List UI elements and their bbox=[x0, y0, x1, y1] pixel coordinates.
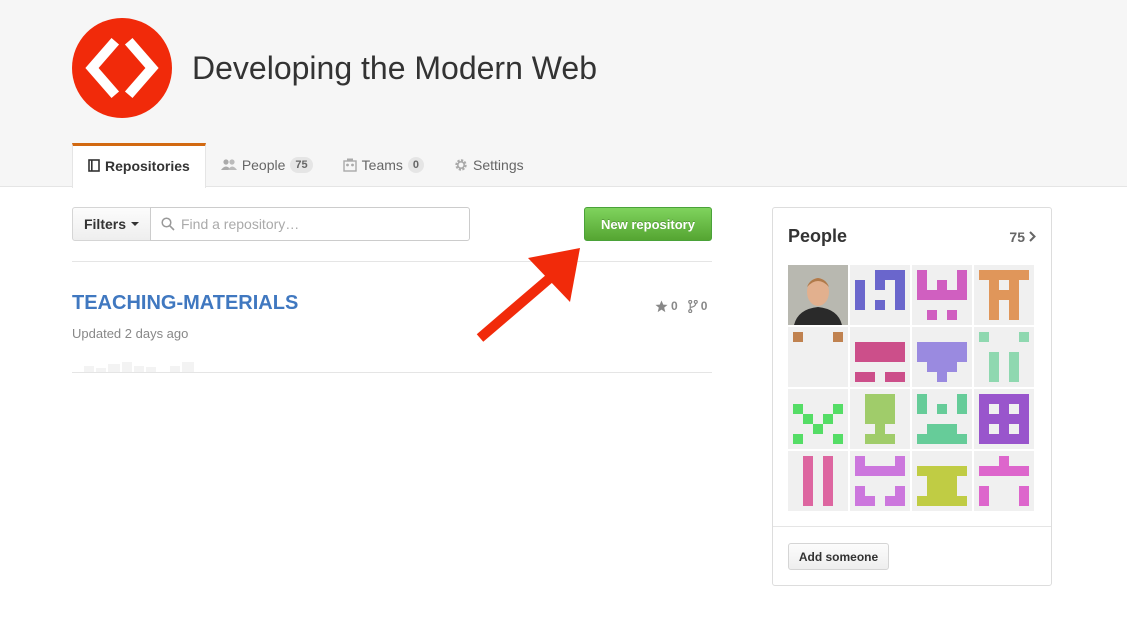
identicon-orchid[interactable] bbox=[850, 451, 910, 511]
identicon-teal[interactable] bbox=[912, 389, 972, 449]
chevron-right-icon bbox=[1029, 229, 1036, 245]
org-name: Developing the Modern Web bbox=[192, 50, 597, 86]
tab-label: Settings bbox=[473, 157, 524, 173]
org-header: Developing the Modern Web Repositories P… bbox=[0, 0, 1127, 188]
identicon-pink[interactable] bbox=[850, 327, 910, 387]
org-logo bbox=[72, 18, 172, 118]
fork-icon bbox=[687, 299, 698, 313]
search-box bbox=[150, 207, 470, 241]
people-icon bbox=[220, 159, 237, 171]
tab-repositories[interactable]: Repositories bbox=[72, 143, 206, 188]
identicon-orange[interactable] bbox=[974, 265, 1034, 325]
caret-down-icon bbox=[131, 222, 139, 226]
identicon-purple[interactable] bbox=[974, 389, 1034, 449]
identicon-olive[interactable] bbox=[850, 389, 910, 449]
divider bbox=[72, 372, 712, 373]
tab-label: Teams bbox=[361, 157, 403, 173]
teams-icon bbox=[342, 158, 357, 172]
code-brackets-icon bbox=[85, 37, 159, 99]
identicon-violet[interactable] bbox=[912, 327, 972, 387]
people-count-link[interactable]: 75 bbox=[1009, 229, 1036, 245]
identicon-magenta[interactable] bbox=[912, 265, 972, 325]
identicon-mint[interactable] bbox=[974, 327, 1034, 387]
identicon-lime[interactable] bbox=[912, 451, 972, 511]
people-count: 75 bbox=[1009, 229, 1025, 245]
identicon-fuchsia[interactable] bbox=[974, 451, 1034, 511]
star-count[interactable]: 0 bbox=[671, 299, 678, 313]
identicon-blue[interactable] bbox=[850, 265, 910, 325]
teams-counter: 0 bbox=[407, 157, 425, 173]
search-icon bbox=[161, 217, 175, 236]
tab-settings[interactable]: Settings bbox=[439, 143, 539, 187]
photo-avatar[interactable] bbox=[788, 265, 848, 325]
activity-sparkline bbox=[84, 362, 194, 372]
repo-icon bbox=[88, 159, 100, 173]
repo-link[interactable]: TEACHING-MATERIALS bbox=[72, 292, 298, 315]
divider bbox=[72, 261, 712, 262]
people-counter: 75 bbox=[290, 157, 313, 173]
repo-stats: 0 0 bbox=[655, 299, 707, 313]
gear-icon bbox=[454, 158, 468, 172]
tab-people[interactable]: People 75 bbox=[206, 143, 328, 187]
org-tabs: Repositories People 75 Teams 0 Settings bbox=[72, 143, 539, 188]
tab-label: Repositories bbox=[105, 158, 190, 174]
star-icon bbox=[655, 299, 668, 313]
filters-label: Filters bbox=[83, 216, 126, 232]
filters-button[interactable]: Filters bbox=[72, 207, 151, 241]
divider bbox=[773, 526, 1051, 527]
identicon-brown[interactable] bbox=[788, 327, 848, 387]
fork-count[interactable]: 0 bbox=[701, 299, 708, 313]
people-panel: People 75 Add someone bbox=[772, 207, 1052, 586]
identicon-green[interactable] bbox=[788, 389, 848, 449]
repo-updated: Updated 2 days ago bbox=[72, 326, 189, 341]
identicon-rose[interactable] bbox=[788, 451, 848, 511]
people-title: People bbox=[788, 226, 848, 246]
add-someone-button[interactable]: Add someone bbox=[788, 543, 889, 570]
people-avatar-grid bbox=[788, 265, 1036, 513]
tab-teams[interactable]: Teams 0 bbox=[328, 143, 439, 187]
repo-search-input[interactable] bbox=[181, 208, 466, 240]
new-repository-button[interactable]: New repository bbox=[584, 207, 712, 241]
red-arrow-annotation bbox=[476, 248, 580, 342]
tab-label: People bbox=[241, 157, 286, 173]
